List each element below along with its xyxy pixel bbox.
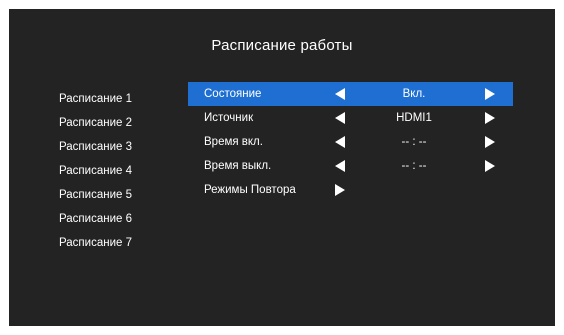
- source-value: HDMI1: [396, 112, 432, 124]
- state-value: Вкл.: [402, 88, 426, 100]
- repeat-row[interactable]: Режимы Повтора: [188, 178, 513, 202]
- off-time-value: -- : --: [401, 160, 427, 172]
- schedule-item-1[interactable]: Расписание 1: [59, 87, 132, 111]
- settings-panel: Состояние Вкл. Источник HDMI1 Время вкл.…: [188, 82, 513, 202]
- schedule-item-4[interactable]: Расписание 4: [59, 159, 132, 183]
- state-row[interactable]: Состояние Вкл.: [188, 82, 513, 106]
- schedule-item-7[interactable]: Расписание 7: [59, 231, 132, 255]
- arrow-left-icon[interactable]: [335, 136, 345, 148]
- state-label: Состояние: [204, 88, 262, 100]
- arrow-right-icon[interactable]: [485, 88, 495, 100]
- arrow-left-icon[interactable]: [335, 160, 345, 172]
- arrow-left-icon[interactable]: [335, 88, 345, 100]
- schedule-list: Расписание 1 Расписание 2 Расписание 3 Р…: [59, 87, 132, 255]
- schedule-item-3[interactable]: Расписание 3: [59, 135, 132, 159]
- repeat-label: Режимы Повтора: [204, 184, 296, 196]
- on-time-value: -- : --: [401, 136, 427, 148]
- arrow-left-icon[interactable]: [335, 112, 345, 124]
- source-label: Источник: [204, 112, 254, 124]
- schedule-item-6[interactable]: Расписание 6: [59, 207, 132, 231]
- schedule-screen: Расписание работы Расписание 1 Расписани…: [9, 9, 555, 326]
- on-time-label: Время вкл.: [204, 136, 263, 148]
- arrow-right-icon[interactable]: [485, 160, 495, 172]
- schedule-item-2[interactable]: Расписание 2: [59, 111, 132, 135]
- arrow-right-icon[interactable]: [485, 112, 495, 124]
- arrow-right-icon[interactable]: [335, 184, 345, 196]
- source-row[interactable]: Источник HDMI1: [188, 106, 513, 130]
- off-time-row[interactable]: Время выкл. -- : --: [188, 154, 513, 178]
- page-title: Расписание работы: [211, 37, 353, 54]
- arrow-right-icon[interactable]: [485, 136, 495, 148]
- schedule-item-5[interactable]: Расписание 5: [59, 183, 132, 207]
- on-time-row[interactable]: Время вкл. -- : --: [188, 130, 513, 154]
- off-time-label: Время выкл.: [204, 160, 272, 172]
